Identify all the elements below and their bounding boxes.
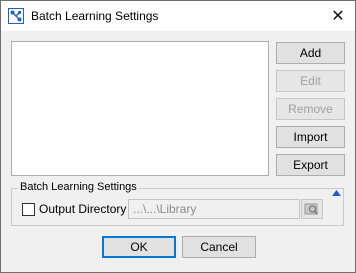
ok-button[interactable]: OK xyxy=(102,236,176,258)
collapse-icon[interactable] xyxy=(332,185,341,196)
browse-folder-icon xyxy=(304,203,319,215)
batch-learning-settings-dialog: Batch Learning Settings ✕ Add Edit Remov… xyxy=(0,0,356,273)
output-directory-field[interactable]: ...\...\Library xyxy=(128,199,300,219)
settings-list[interactable] xyxy=(11,41,269,176)
cancel-button[interactable]: Cancel xyxy=(182,236,256,258)
edit-button[interactable]: Edit xyxy=(276,70,345,92)
app-icon xyxy=(8,8,24,24)
output-directory-label[interactable]: Output Directory xyxy=(39,202,126,216)
remove-button[interactable]: Remove xyxy=(276,98,345,120)
window-title: Batch Learning Settings xyxy=(31,9,159,23)
browse-button[interactable] xyxy=(301,199,323,219)
group-label: Batch Learning Settings xyxy=(18,181,139,193)
close-icon: ✕ xyxy=(331,8,345,25)
export-button[interactable]: Export xyxy=(276,154,345,176)
close-button[interactable]: ✕ xyxy=(325,4,351,28)
title-bar: Batch Learning Settings ✕ xyxy=(1,1,355,31)
add-button[interactable]: Add xyxy=(276,42,345,64)
output-directory-checkbox[interactable] xyxy=(22,203,35,216)
import-button[interactable]: Import xyxy=(276,126,345,148)
